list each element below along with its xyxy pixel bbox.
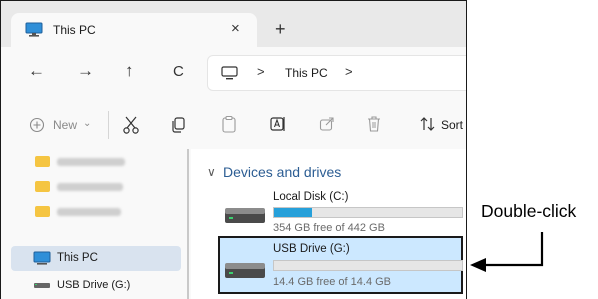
scrollbar[interactable] bbox=[187, 149, 189, 299]
navigation-pane: This PC USB Drive (G:) bbox=[1, 149, 191, 299]
delete-icon[interactable] bbox=[367, 115, 381, 133]
sidebar-item-label: This PC bbox=[57, 252, 98, 264]
drive-usage-bar bbox=[273, 260, 463, 271]
share-icon[interactable] bbox=[319, 116, 335, 132]
chevron-down-icon[interactable]: ⌄ bbox=[83, 118, 91, 129]
blurred-folder-label[interactable] bbox=[57, 208, 121, 216]
blurred-folder-label[interactable] bbox=[57, 158, 125, 166]
address-bar[interactable]: > This PC > bbox=[207, 55, 466, 91]
up-button[interactable]: ↑ bbox=[125, 61, 134, 81]
sidebar-item-usb-drive[interactable]: USB Drive (G:) bbox=[11, 275, 181, 297]
sidebar-item-label: USB Drive (G:) bbox=[57, 279, 131, 291]
tab-close-button[interactable]: × bbox=[231, 20, 240, 37]
file-explorer-window: This PC × + ← → ↑ C > This PC > New ⌄ So… bbox=[0, 0, 467, 299]
cut-icon[interactable] bbox=[122, 115, 140, 135]
callout-label: Double-click bbox=[481, 201, 577, 221]
tab-strip: This PC × + bbox=[1, 1, 466, 47]
paste-icon[interactable] bbox=[221, 115, 237, 134]
refresh-button[interactable]: C bbox=[173, 63, 184, 80]
new-button[interactable]: New bbox=[53, 118, 77, 132]
drive-name: Local Disk (C:) bbox=[273, 191, 349, 203]
monitor-icon bbox=[25, 22, 43, 37]
monitor-icon bbox=[33, 251, 51, 265]
tab-title: This PC bbox=[53, 23, 96, 37]
content-area: ∨ Devices and drives Local Disk (C:) 354… bbox=[191, 149, 466, 299]
drive-free-space: 354 GB free of 442 GB bbox=[273, 222, 385, 234]
sort-icon[interactable] bbox=[419, 116, 437, 132]
new-tab-button[interactable]: + bbox=[275, 19, 286, 40]
blurred-folder-label[interactable] bbox=[57, 183, 123, 191]
breadcrumb-separator-end[interactable]: > bbox=[345, 64, 353, 79]
sort-button[interactable]: Sort bbox=[441, 118, 463, 132]
drive-tile-local-disk[interactable]: Local Disk (C:) 354 GB free of 442 GB bbox=[218, 187, 463, 235]
hard-drive-icon bbox=[225, 208, 265, 223]
command-bar: New ⌄ Sort bbox=[1, 101, 466, 150]
folder-icon[interactable] bbox=[35, 206, 50, 217]
computer-icon bbox=[221, 66, 238, 80]
back-button[interactable]: ← bbox=[28, 61, 45, 81]
drive-name: USB Drive (G:) bbox=[273, 243, 350, 255]
tab-this-pc[interactable]: This PC × bbox=[11, 13, 257, 47]
drive-usage-bar bbox=[273, 207, 463, 218]
chevron-down-icon[interactable]: ∨ bbox=[207, 165, 216, 179]
hard-drive-icon bbox=[225, 263, 265, 278]
folder-icon[interactable] bbox=[35, 181, 50, 192]
plus-circle-icon[interactable] bbox=[29, 117, 45, 133]
copy-icon[interactable] bbox=[170, 116, 186, 134]
drive-usage-fill bbox=[274, 208, 312, 217]
drive-free-space: 14.4 GB free of 14.4 GB bbox=[273, 276, 392, 288]
usb-drive-icon bbox=[34, 283, 50, 288]
navigation-bar: ← → ↑ C > This PC > bbox=[1, 47, 466, 102]
folder-icon[interactable] bbox=[35, 156, 50, 167]
sidebar-item-this-pc[interactable]: This PC bbox=[11, 246, 181, 271]
breadcrumb-separator[interactable]: > bbox=[257, 64, 265, 79]
forward-button[interactable]: → bbox=[77, 61, 94, 81]
callout-arrow bbox=[470, 232, 544, 272]
drive-tile-usb-drive[interactable]: USB Drive (G:) 14.4 GB free of 14.4 GB bbox=[218, 236, 463, 294]
breadcrumb-this-pc[interactable]: This PC bbox=[285, 66, 328, 80]
section-title-devices[interactable]: Devices and drives bbox=[223, 164, 341, 180]
toolbar-divider bbox=[108, 111, 109, 139]
rename-icon[interactable] bbox=[269, 115, 287, 133]
